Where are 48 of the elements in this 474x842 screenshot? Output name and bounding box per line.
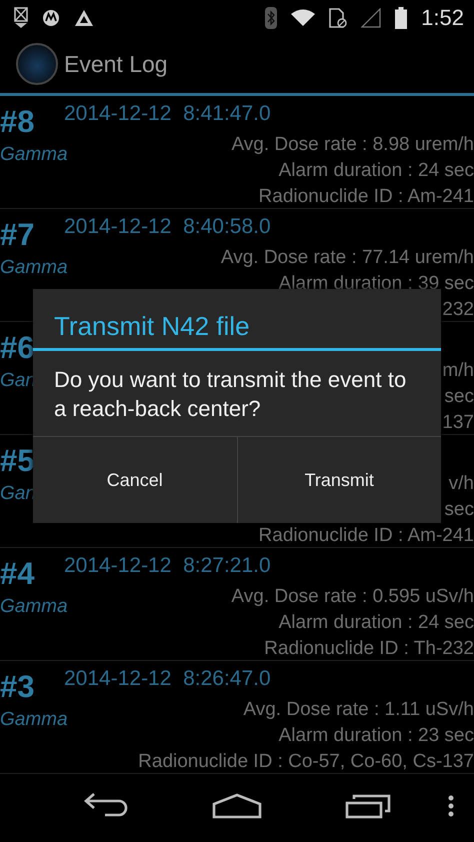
event-timestamp: 2014-12-12 8:26:47.0 <box>64 666 271 692</box>
event-detail: Radionuclide ID : Am-241 <box>258 185 474 209</box>
event-detail: Radionuclide ID : Co-57, Co-60, Cs-137 <box>138 750 474 774</box>
logo-icon <box>42 8 60 26</box>
event-detail: 137 <box>442 411 474 435</box>
dialog-button[interactable]: Transmit <box>236 437 441 523</box>
event-row[interactable]: #3 Gamma 2014-12-12 8:26:47.0 Avg. Dose rate : 1.11 uSv/h Alarm duration : 23 sec Radionuclide ID : Co-57, Co-60, Cs-137 <box>0 661 474 774</box>
screen-title: Event Log <box>64 50 168 78</box>
recent-apps-button[interactable] <box>345 793 391 819</box>
event-detail: sec <box>444 498 474 522</box>
event-detail: Avg. Dose rate : 1.11 uSv/h <box>243 698 474 722</box>
signal-icon <box>361 8 382 28</box>
dialog-button[interactable]: Cancel <box>33 437 236 523</box>
dialog-title: Transmit N42 file <box>33 289 441 351</box>
bluetooth-icon <box>265 6 278 28</box>
event-number: #7 <box>0 219 36 251</box>
event-detail: Avg. Dose rate : 8.98 urem/h <box>231 133 474 157</box>
event-number: #4 <box>0 558 36 590</box>
event-detail: v/h <box>448 472 474 496</box>
event-detail: Alarm duration : 24 sec <box>278 159 474 183</box>
event-number: #6 <box>0 332 36 364</box>
event-detail: Avg. Dose rate : 77.14 urem/h <box>220 246 474 270</box>
battery-icon <box>395 6 408 28</box>
event-timestamp: 2014-12-12 8:40:58.0 <box>64 214 271 240</box>
event-number: #5 <box>0 445 36 477</box>
home-button[interactable] <box>212 793 262 819</box>
event-number: #8 <box>0 106 36 138</box>
event-detail: sec <box>444 385 474 409</box>
event-detail: Alarm duration : 23 sec <box>278 724 474 748</box>
event-detail: Alarm duration : 24 sec <box>278 611 474 635</box>
sd-card-icon <box>329 8 348 28</box>
event-detail: m/h <box>442 359 474 383</box>
back-button[interactable] <box>83 793 128 819</box>
triangle-icon <box>74 8 94 26</box>
overflow-menu-button[interactable] <box>447 795 455 817</box>
event-row[interactable]: #4 Gamma 2014-12-12 8:27:21.0 Avg. Dose rate : 0.595 uSv/h Alarm duration : 24 sec Radionuclide ID : Th-232 <box>0 548 474 661</box>
dialog-message: Do you want to transmit the event to a reach-back center? <box>33 351 441 437</box>
event-row[interactable]: #8 Gamma 2014-12-12 8:41:47.0 Avg. Dose rate : 8.98 urem/h Alarm duration : 24 sec Radionuclide ID : Am-241 <box>0 96 474 209</box>
wifi-icon <box>291 8 316 26</box>
notification-icon <box>14 6 28 28</box>
event-detail: Radionuclide ID : Am-241 <box>258 524 474 548</box>
event-timestamp: 2014-12-12 8:27:21.0 <box>64 553 271 579</box>
event-number: #3 <box>0 671 36 703</box>
event-timestamp: 2014-12-12 8:41:47.0 <box>64 101 271 127</box>
event-detail: Avg. Dose rate : 0.595 uSv/h <box>231 585 474 609</box>
clock-time: 1:52 <box>421 4 464 30</box>
event-detail: 232 <box>442 298 474 322</box>
event-detail: Radionuclide ID : Th-232 <box>264 637 474 661</box>
